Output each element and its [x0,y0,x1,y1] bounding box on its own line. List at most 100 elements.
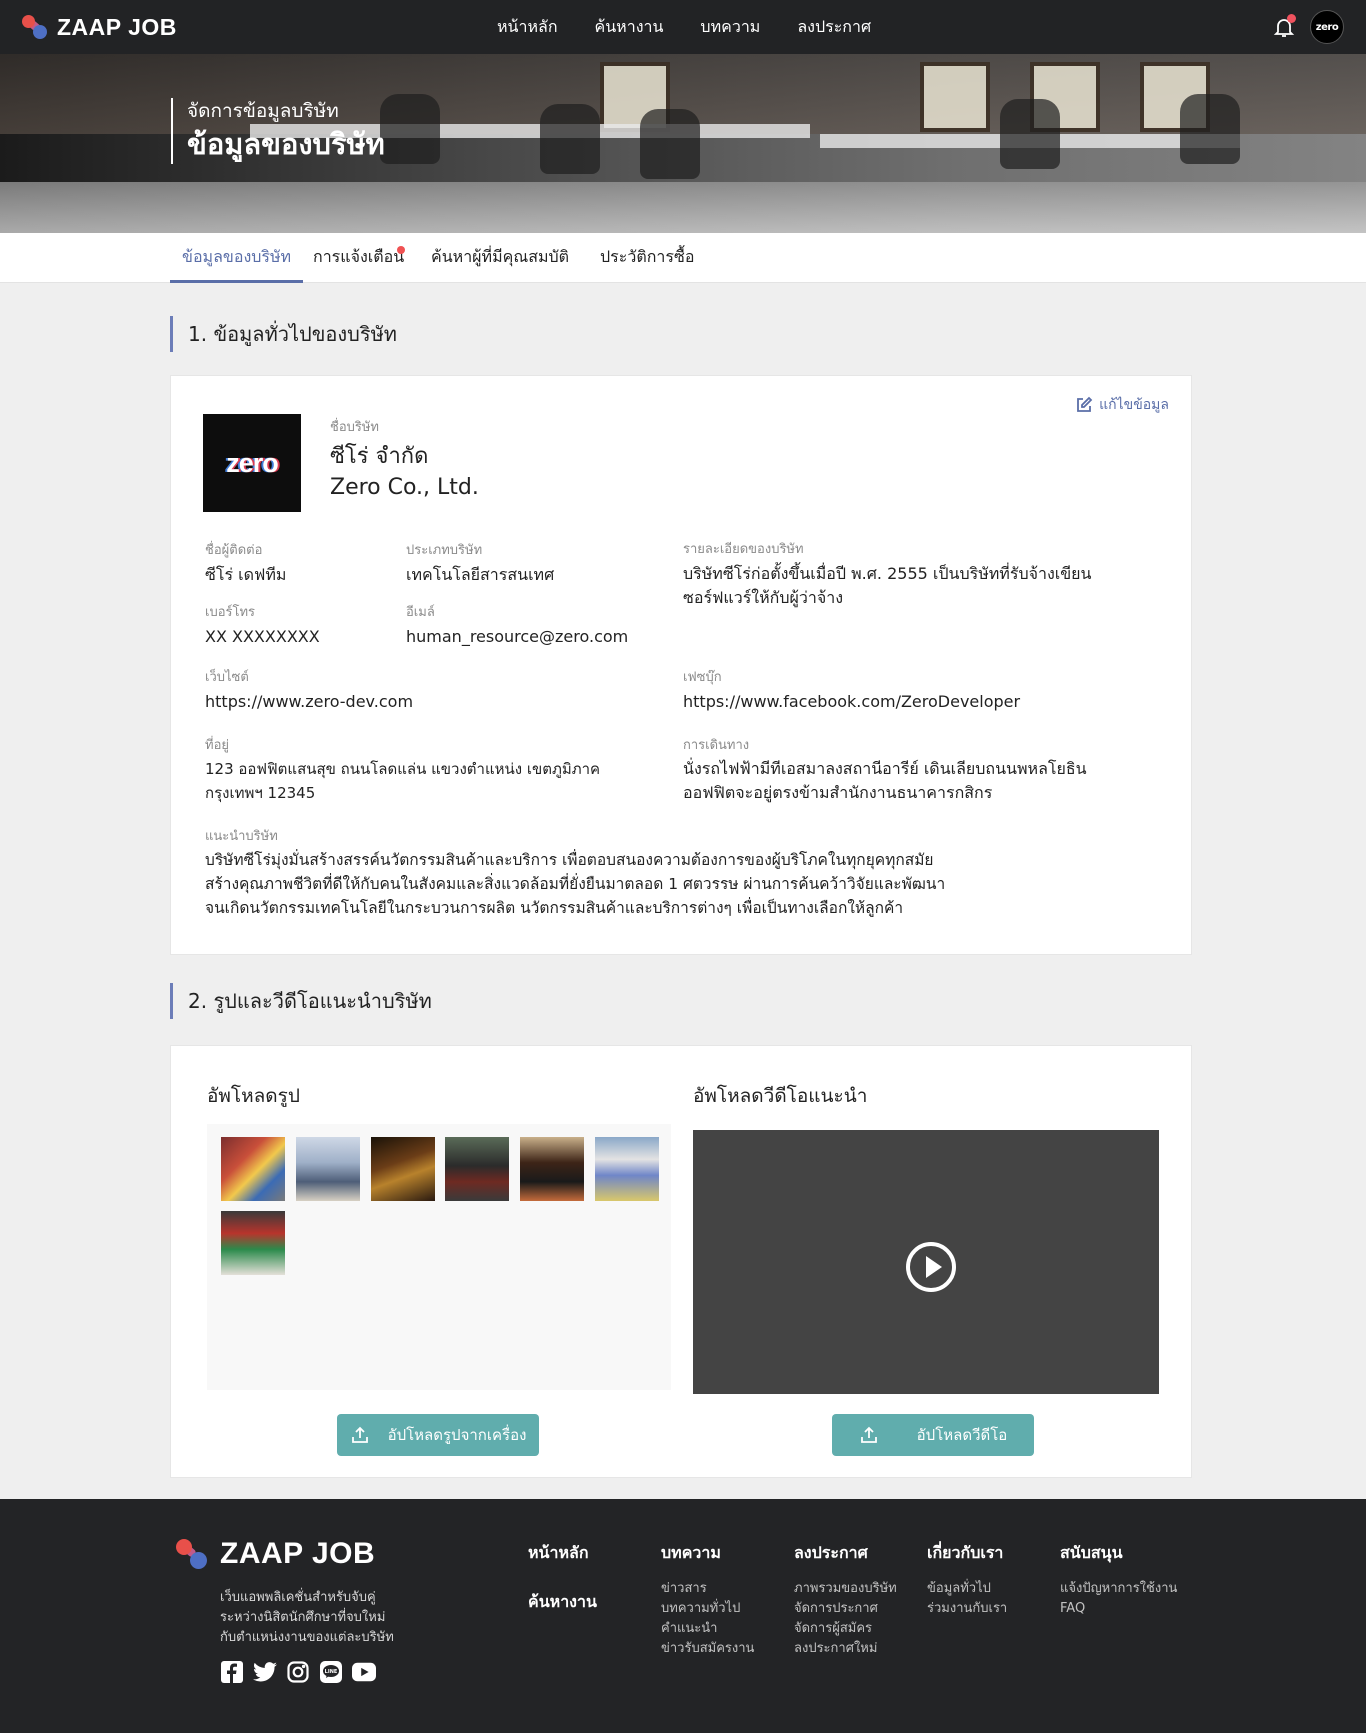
edit-info-button[interactable]: แก้ไขข้อมูล [1075,394,1169,416]
photo-thumbnail[interactable] [445,1137,509,1201]
nav-home[interactable]: หน้าหลัก [497,15,558,40]
social-links: LINE [220,1660,385,1684]
website-label: เว็บไซต์ [205,670,249,685]
email-label: อีเมล์ [406,605,435,620]
address-line-1: 123 ออฟฟิตแสนสุข ถนนโลดแล่น แขวงตำแหน่ง … [205,760,601,778]
upload-icon [860,1426,877,1443]
company-type-value: เทคโนโลยีสารสนเทศ [406,565,555,584]
company-detail-line-2: ซอร์ฟแวร์ให้กับผู้ว่าจ้าง [683,588,843,607]
page-title: ข้อมูลของบริษัท [187,127,385,161]
twitter-icon[interactable] [253,1660,277,1684]
upload-video-label: อัปโหลดวีดีโอ [916,1426,1008,1444]
hero-title-block: จัดการข้อมูลบริษัท ข้อมูลของบริษัท [171,98,385,164]
website-value: https://www.zero-dev.com [205,692,414,711]
footer-link-manage-applicants[interactable]: จัดการผู้สมัคร [794,1619,872,1639]
play-icon[interactable] [906,1242,956,1292]
footer-link-news[interactable]: ข่าวสาร [661,1579,707,1599]
user-avatar[interactable]: zero [1310,10,1344,44]
footer-link-company-overview[interactable]: ภาพรวมของบริษัท [794,1579,897,1599]
section-title-media: 2. รูปและวีดีโอแนะนำบริษัท [170,983,432,1019]
footer-link-careers[interactable]: ร่วมงานกับเรา [927,1599,1007,1619]
footer-link-about-general[interactable]: ข้อมูลทั่วไป [927,1579,991,1599]
intro-line-2: สร้างคุณภาพชีวิตที่ดีให้กับคนในสังคมและส… [205,875,946,893]
photo-thumbnail[interactable] [595,1137,659,1201]
line-icon[interactable]: LINE [319,1660,343,1684]
footer-link-advice[interactable]: คำแนะนำ [661,1619,717,1639]
footer-link-search-jobs[interactable]: ค้นหางาน [528,1590,597,1615]
footer-logo[interactable]: ZAAP JOB [176,1537,375,1571]
photo-thumbnail[interactable] [371,1137,435,1201]
company-detail-label: รายละเอียดของบริษัท [683,542,804,557]
footer-link-manage-posts[interactable]: จัดการประกาศ [794,1599,878,1619]
photo-thumbnail[interactable] [520,1137,584,1201]
logo-text: ZAAP JOB [57,13,177,40]
upload-video-button[interactable]: อัปโหลดวีดีโอ [832,1414,1034,1456]
footer-heading-articles[interactable]: บทความ [661,1541,721,1566]
logo-icon [176,1538,208,1570]
video-player[interactable] [693,1130,1159,1394]
address-line-2: กรุงเทพฯ 12345 [205,784,316,802]
nav-post-job[interactable]: ลงประกาศ [797,15,871,40]
tab-search-candidates[interactable]: ค้นหาผู้ที่มีคุณสมบัติ [431,233,569,283]
youtube-icon[interactable] [352,1660,376,1684]
facebook-icon[interactable] [220,1660,244,1684]
edit-info-label: แก้ไขข้อมูล [1099,397,1169,413]
footer-heading-support[interactable]: สนับสนุน [1060,1541,1123,1566]
site-footer: ZAAP JOB เว็บแอพพลิเคชั่นสำหรับจับคู่ ระ… [0,1499,1366,1733]
nav-articles[interactable]: บทความ [700,15,760,40]
footer-description: เว็บแอพพลิเคชั่นสำหรับจับคู่ ระหว่างนิสิ… [220,1590,394,1645]
video-upload-heading: อัพโหลดวีดีโอแนะนำ [693,1085,868,1107]
company-detail-line-1: บริษัทซีโร่ก่อตั้งขึ้นเมื่อปี พ.ศ. 2555 … [683,564,1092,583]
phone-label: เบอร์โทร [205,605,256,620]
photo-upload-heading: อัพโหลดรูป [207,1085,300,1107]
company-logo: zero [203,414,301,512]
photo-thumbnail[interactable] [221,1137,285,1201]
section-title-general: 1. ข้อมูลทั่วไปของบริษัท [170,316,397,352]
logo-icon [22,14,48,40]
photo-thumbnail[interactable] [221,1211,285,1275]
top-navbar: ZAAP JOB หน้าหลัก ค้นหางาน บทความ ลงประก… [0,0,1366,54]
intro-line-3: จนเกิดนวัตกรรมเทคโนโลยีในกระบวนการผลิต น… [205,899,904,917]
tab-company-info[interactable]: ข้อมูลของบริษัท [170,233,304,283]
notification-dot [1287,14,1296,23]
nav-search-jobs[interactable]: ค้นหางาน [595,15,664,40]
company-type-label: ประเภทบริษัท [406,543,483,558]
company-name-en: Zero Co., Ltd. [330,475,479,500]
upload-photo-label: อัปโหลดรูปจากเครื่อง [387,1426,527,1444]
company-info-card: แก้ไขข้อมูล zero ชื่อบริษัท ซีโร่ จำกัด … [170,375,1192,955]
footer-link-new-post[interactable]: ลงประกาศใหม่ [794,1639,877,1659]
hero-banner: จัดการข้อมูลบริษัท ข้อมูลของบริษัท [0,54,1366,233]
footer-heading-about[interactable]: เกี่ยวกับเรา [927,1541,1003,1566]
intro-line-1: บริษัทซีโร่มุ่งมั่นสร้างสรรค์นวัตกรรมสิน… [205,851,934,869]
footer-heading-post[interactable]: ลงประกาศ [794,1541,868,1566]
photo-gallery [207,1124,671,1390]
footer-link-job-news[interactable]: ข่าวรับสมัครงาน [661,1639,754,1659]
upload-photo-button[interactable]: อัปโหลดรูปจากเครื่อง [337,1414,539,1456]
site-logo[interactable]: ZAAP JOB [22,14,177,40]
email-value: human_resource@zero.com [406,627,629,646]
footer-link-report-issue[interactable]: แจ้งปัญหาการใช้งาน [1060,1579,1177,1599]
travel-line-1: นั่งรถไฟฟ้ามีทีเอสมาลงสถานีอารีย์ เดินเล… [683,759,1087,778]
tab-notification-dot [397,246,405,254]
footer-logo-text: ZAAP JOB [220,1537,376,1570]
company-name-label: ชื่อบริษัท [330,420,380,435]
upload-icon [351,1426,368,1443]
intro-label: แนะนำบริษัท [205,829,278,844]
tab-notifications[interactable]: การแจ้งเตือน [313,233,404,283]
tab-purchase-history[interactable]: ประวัติการซื้อ [600,233,694,283]
footer-link-faq[interactable]: FAQ [1060,1599,1085,1619]
hero-subtitle: จัดการข้อมูลบริษัท [187,100,339,122]
footer-link-home[interactable]: หน้าหลัก [528,1541,589,1566]
photo-thumbnail[interactable] [296,1137,360,1201]
phone-value: XX XXXXXXXX [205,627,320,646]
company-name-th: ซีโร่ จำกัด [330,444,429,469]
facebook-value: https://www.facebook.com/ZeroDeveloper [683,692,1021,711]
travel-label: การเดินทาง [683,738,750,753]
footer-link-general-articles[interactable]: บทความทั่วไป [661,1599,740,1619]
contact-value: ซีโร่ เดฟทีม [205,565,287,584]
address-label: ที่อยู่ [205,738,229,753]
instagram-icon[interactable] [286,1660,310,1684]
svg-text:LINE: LINE [325,1669,338,1675]
media-card: อัพโหลดรูป อัพโหลดวีดีโอแนะนำ อัปโหลดรูป… [170,1045,1192,1478]
tab-bar: ข้อมูลของบริษัท การแจ้งเตือน ค้นหาผู้ที่… [0,233,1366,283]
